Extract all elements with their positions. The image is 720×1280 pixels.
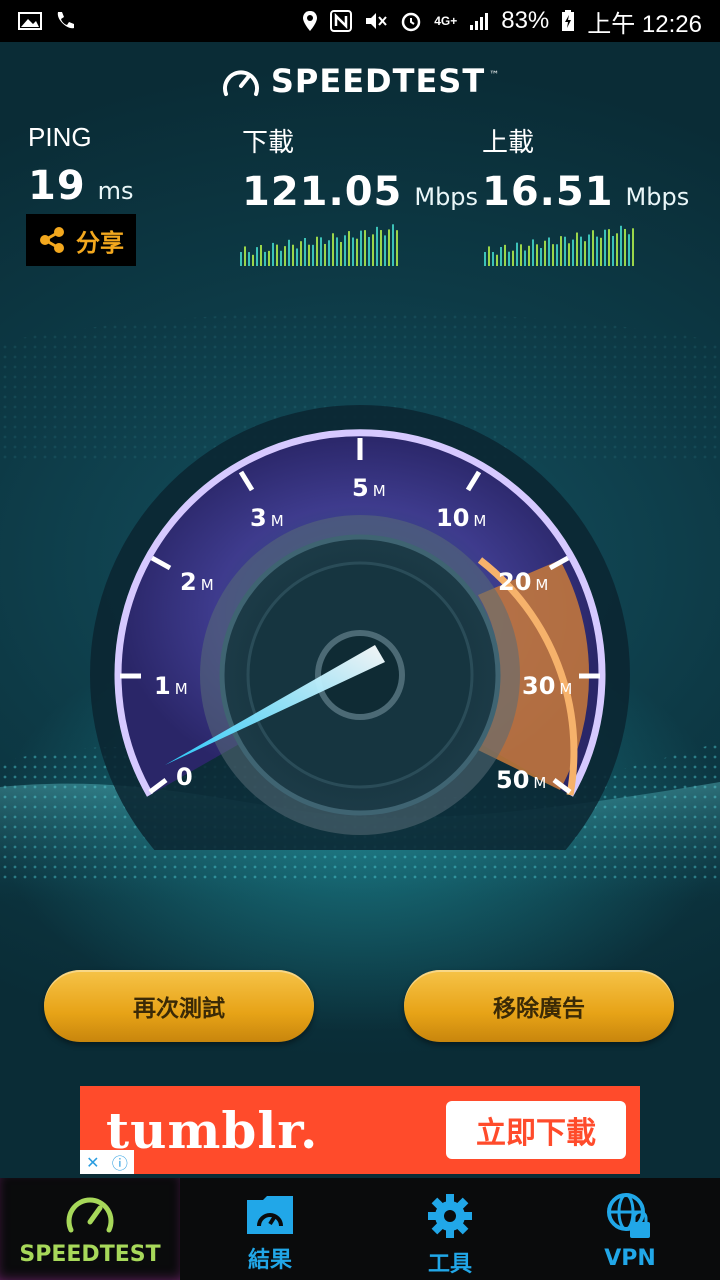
gauge-label-number: 2 xyxy=(180,568,197,596)
gauge-label-number: 30 xyxy=(522,672,556,700)
nav-label-tools: 工具 xyxy=(427,1252,472,1277)
ping-unit: ms xyxy=(97,177,134,205)
remove-ads-button[interactable]: 移除廣告 xyxy=(404,970,674,1042)
ad-banner[interactable]: tumblr. 立即下載 xyxy=(80,1086,640,1174)
gauge-label: 2M xyxy=(180,568,214,596)
download-waveform xyxy=(240,222,400,268)
gauge-label: 30 M xyxy=(522,672,572,700)
nav-label-results: 結果 xyxy=(247,1248,292,1273)
battery-percent: 83% xyxy=(501,7,550,34)
speedtest-logo: SPEEDTEST ™ xyxy=(0,62,720,100)
alarm-icon xyxy=(400,10,422,32)
gauge-label-unit: M xyxy=(270,512,284,530)
gauge-label: 3M xyxy=(250,504,284,532)
gauge-label-number: 20 xyxy=(498,568,532,596)
ad-download-button[interactable]: 立即下載 xyxy=(446,1101,626,1159)
gauge-label: 1M xyxy=(154,672,188,700)
gauge-label-number: 10 xyxy=(436,504,470,532)
signal-icon xyxy=(469,11,489,31)
upload-label: 上載 xyxy=(482,127,535,157)
download-value: 121.05 xyxy=(242,169,403,215)
ad-choices[interactable]: ✕ ⓘ xyxy=(80,1150,134,1174)
gauge-label: 10 M xyxy=(436,504,486,532)
upload-metric: 上載 16.51 Mbps xyxy=(482,122,689,215)
ping-label: PING xyxy=(28,122,92,152)
gauge-label-number: 0 xyxy=(176,763,193,791)
gauge-label-unit: M xyxy=(559,680,573,698)
share-button[interactable]: 分享 xyxy=(26,214,136,266)
gauge-label: 5M xyxy=(352,474,386,502)
gauge-label-number: 50 xyxy=(496,766,530,794)
download-unit: Mbps xyxy=(414,183,479,211)
battery-icon xyxy=(561,10,575,32)
network-type: 4G+ xyxy=(434,14,458,28)
nav-vpn[interactable]: VPN xyxy=(540,1178,720,1280)
status-bar: 4G+ 83% 上午 12:26 xyxy=(0,0,720,42)
clock: 上午 12:26 xyxy=(587,10,702,38)
upload-unit: Mbps xyxy=(625,183,690,211)
phone-icon xyxy=(54,10,76,32)
location-icon xyxy=(302,10,318,32)
ad-close-icon[interactable]: ✕ xyxy=(86,1153,99,1172)
gauge-label: 50 M xyxy=(496,766,546,794)
retest-button[interactable]: 再次測試 xyxy=(44,970,314,1042)
nav-tools[interactable]: 工具 xyxy=(360,1178,540,1280)
bottom-nav: SPEEDTEST 結果 工具 VPN xyxy=(0,1178,720,1280)
download-label: 下載 xyxy=(242,127,295,157)
brand-title: SPEEDTEST xyxy=(270,62,486,100)
speedometer-logo-icon xyxy=(222,70,259,96)
gauge-label: 0 xyxy=(176,763,197,791)
nav-label-vpn: VPN xyxy=(604,1246,656,1271)
share-icon xyxy=(40,227,64,253)
gear-icon xyxy=(428,1194,472,1238)
gauge-label-number: 1 xyxy=(154,672,171,700)
upload-value: 16.51 xyxy=(482,169,614,215)
speed-gauge: 0 1 M 2 M 3 M 5 M 10 M 20 M 30 M 50 M xyxy=(0,380,720,945)
nav-label-speedtest: SPEEDTEST xyxy=(19,1242,161,1267)
ad-brand: tumblr. xyxy=(106,1100,319,1160)
ad-info-icon[interactable]: ⓘ xyxy=(112,1150,128,1174)
nav-results[interactable]: 結果 xyxy=(180,1178,360,1280)
ping-metric: PING 19 ms xyxy=(28,122,134,209)
results-folder-icon xyxy=(247,1196,293,1234)
nfc-icon xyxy=(330,10,353,32)
speedometer-icon xyxy=(66,1197,114,1233)
gauge-label-number: 3 xyxy=(250,504,267,532)
gauge-label-unit: M xyxy=(174,680,188,698)
gauge-label-number: 5 xyxy=(352,474,369,502)
share-label: 分享 xyxy=(76,229,124,257)
trademark: ™ xyxy=(489,69,500,81)
gauge-label-unit: M xyxy=(535,576,549,594)
upload-waveform xyxy=(484,222,639,268)
nav-speedtest[interactable]: SPEEDTEST xyxy=(0,1178,180,1280)
gauge-label-unit: M xyxy=(200,576,214,594)
download-metric: 下載 121.05 Mbps xyxy=(242,122,478,215)
mute-icon xyxy=(364,10,388,32)
gauge-label-unit: M xyxy=(372,482,386,500)
gauge-label: 20 M xyxy=(498,568,548,596)
ping-value: 19 xyxy=(28,163,86,209)
vpn-globe-lock-icon xyxy=(607,1193,650,1238)
gauge-label-unit: M xyxy=(473,512,487,530)
image-icon xyxy=(18,11,42,31)
gauge-label-unit: M xyxy=(533,774,547,792)
